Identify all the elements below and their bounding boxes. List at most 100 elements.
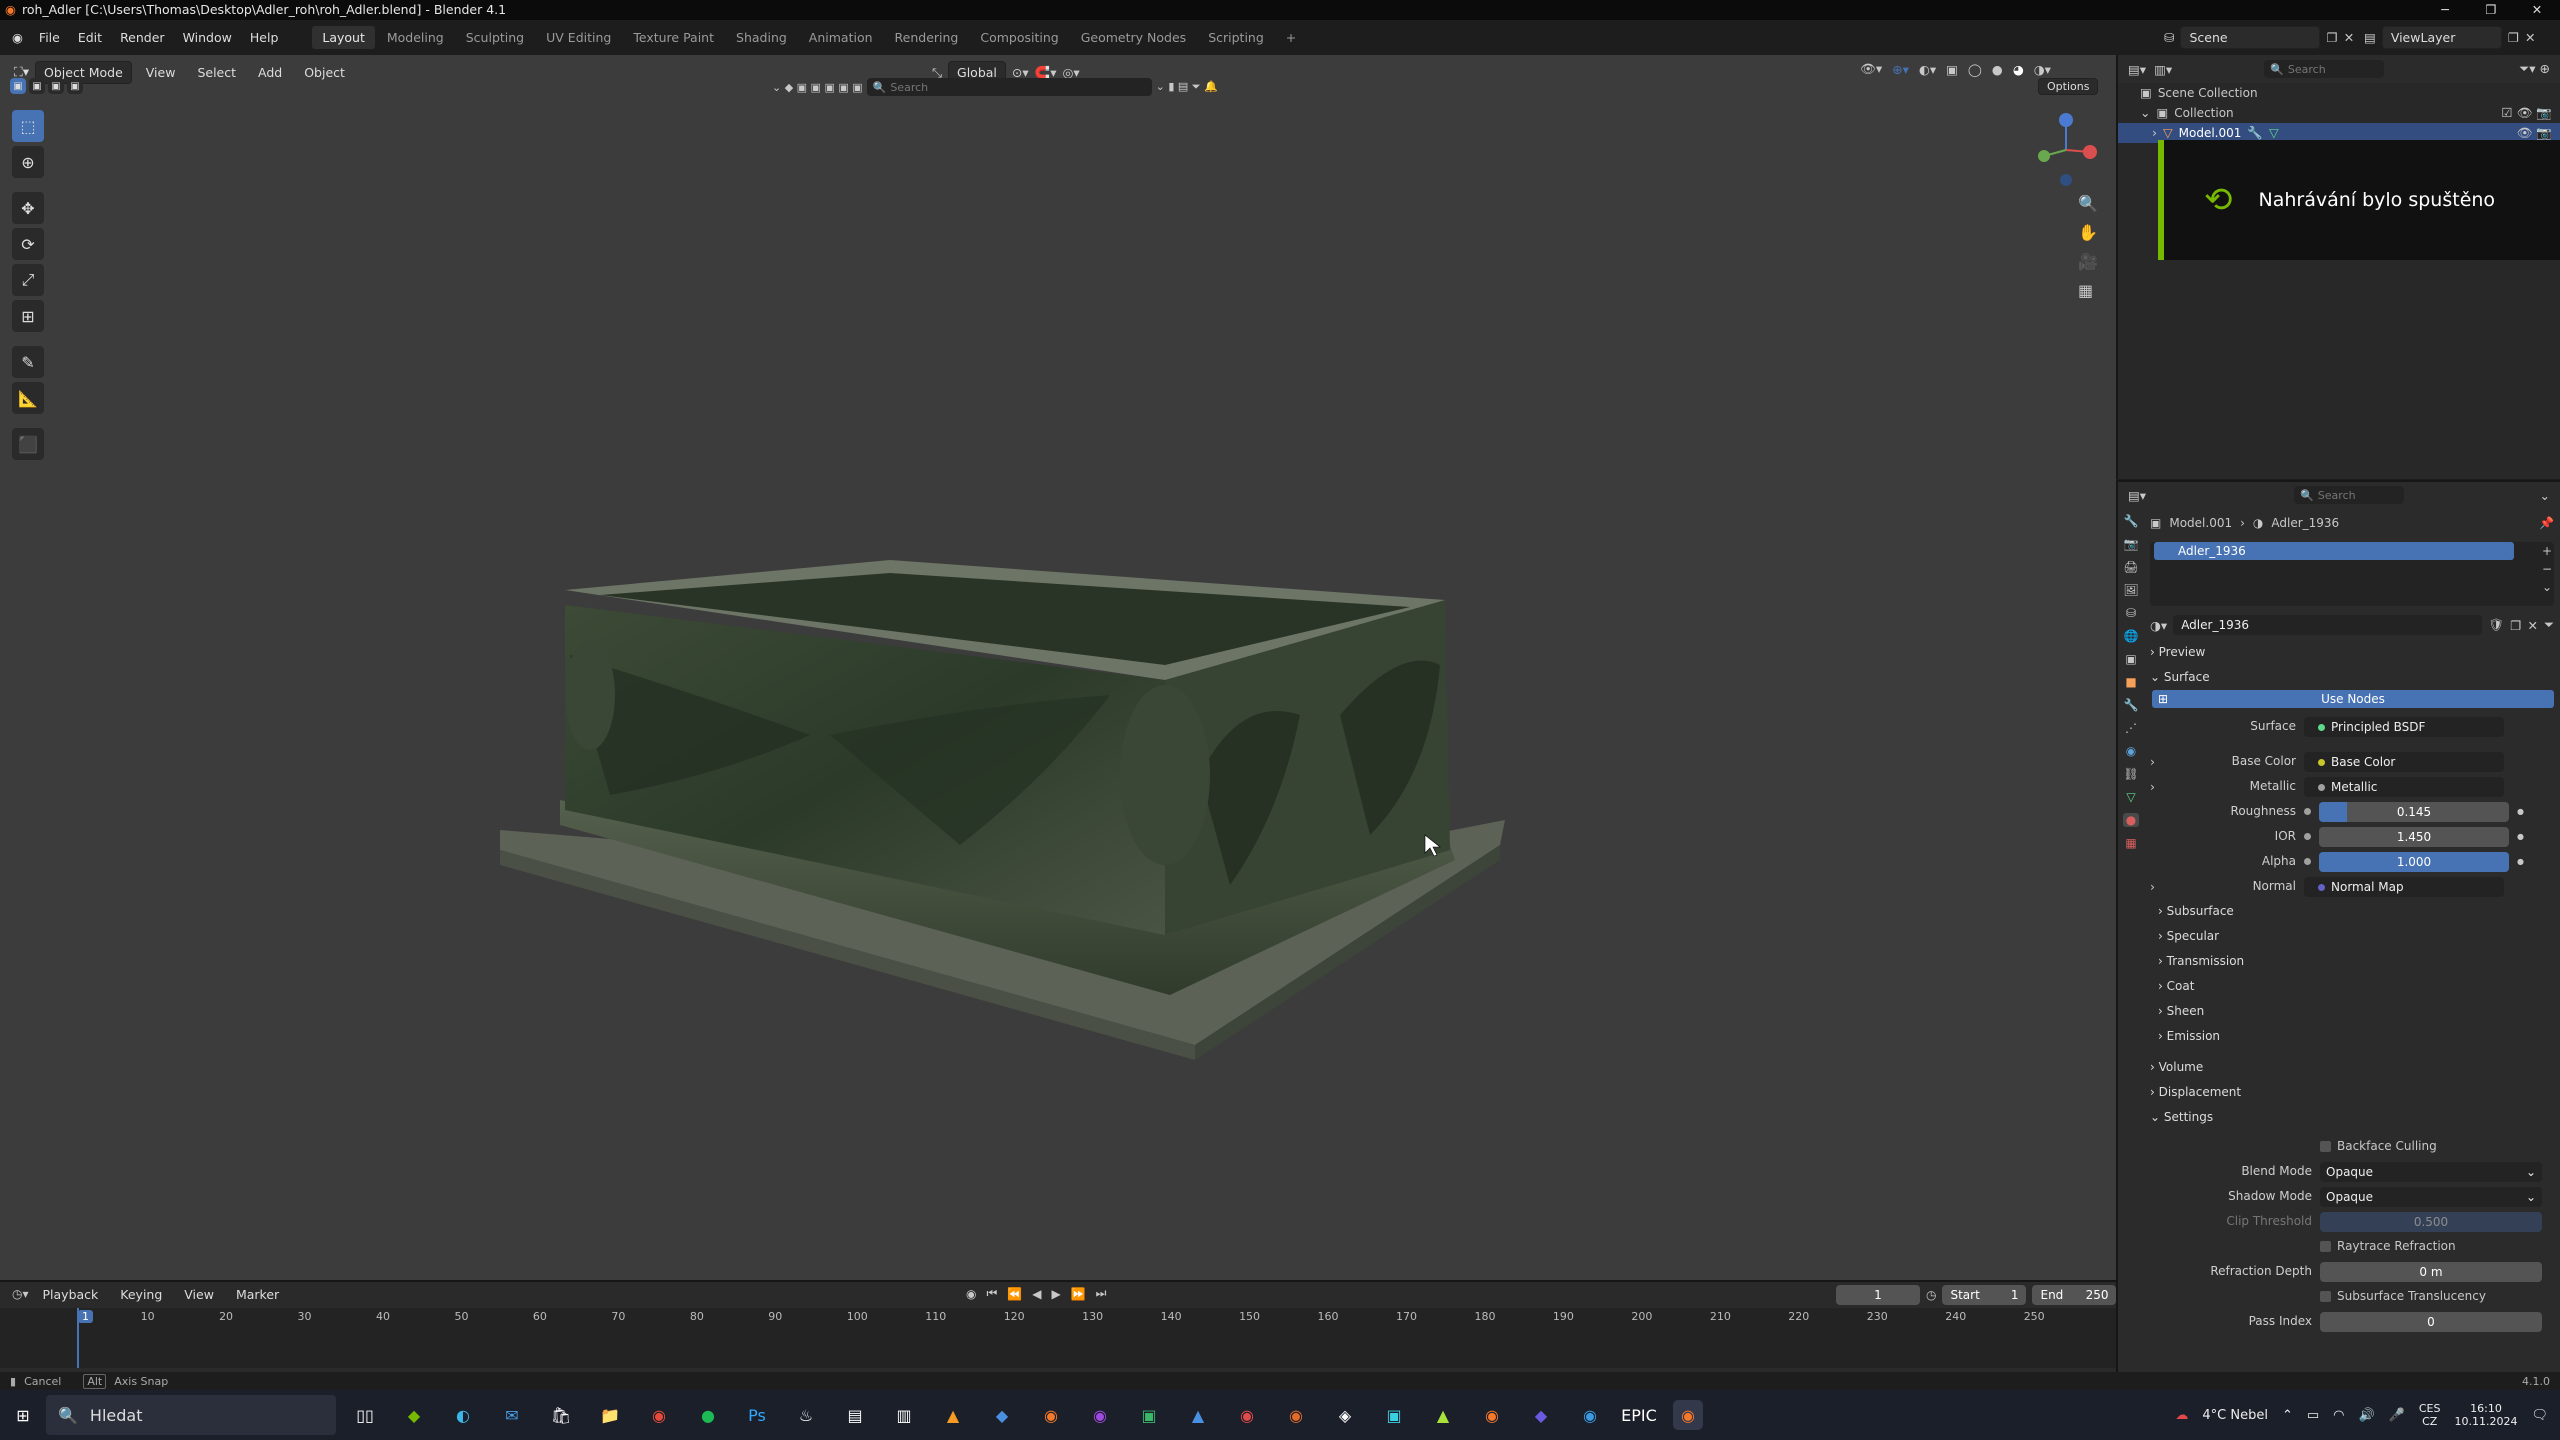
- unlink-material-icon[interactable]: ✕: [2528, 618, 2538, 633]
- blender-old-icon[interactable]: ◉: [1036, 1400, 1066, 1430]
- shading-material-icon[interactable]: ◕: [2013, 62, 2024, 77]
- expand-arrow-icon[interactable]: ›: [2150, 774, 2160, 799]
- subsection-sheen[interactable]: › Sheen: [2150, 999, 2554, 1024]
- menu-edit[interactable]: Edit: [70, 30, 110, 45]
- preview-section[interactable]: › Preview: [2150, 640, 2554, 665]
- metallic-field[interactable]: Metallic: [2304, 776, 2504, 797]
- slot-menu-icon[interactable]: ⌄: [2542, 580, 2552, 594]
- app-blue-icon[interactable]: ◆: [987, 1400, 1017, 1430]
- delete-scene-icon[interactable]: ✕: [2344, 30, 2354, 45]
- 3d-viewport[interactable]: [0, 55, 2116, 1280]
- timeline-menu-keying[interactable]: Keying: [112, 1284, 170, 1305]
- tray-chevron-icon[interactable]: ⌃: [2282, 1408, 2293, 1423]
- spotify-icon[interactable]: ●: [693, 1400, 723, 1430]
- annotate-icon[interactable]: ✎: [12, 346, 44, 378]
- material-slot-item[interactable]: Adler_1936: [2154, 542, 2514, 560]
- nvidia-icon[interactable]: ◆: [399, 1400, 429, 1430]
- notification-icon[interactable]: 🗨: [2531, 1408, 2548, 1423]
- refraction-depth-field[interactable]: 0 m: [2320, 1261, 2542, 1282]
- perspective-grid-icon[interactable]: ▦: [2078, 281, 2098, 300]
- bookmark-icon[interactable]: ⌄ ▮ ▤ ⏷ 🔔: [1156, 80, 1218, 94]
- displacement-section[interactable]: › Displacement: [2150, 1080, 2554, 1105]
- collection-toggles[interactable]: ☑ 👁 📷: [2501, 103, 2560, 123]
- jump-end-icon[interactable]: ⏭: [1096, 1286, 1107, 1301]
- checkbox-icon[interactable]: [2320, 1291, 2331, 1302]
- material-name-field[interactable]: Adler_1936: [2173, 615, 2483, 635]
- next-keyframe-icon[interactable]: ⏩: [1071, 1287, 1086, 1301]
- photoshop-icon[interactable]: Ps: [742, 1400, 772, 1430]
- volume-icon[interactable]: 🔊: [2359, 1408, 2375, 1423]
- viewport-menu-view[interactable]: View: [138, 62, 184, 83]
- alpha-slider[interactable]: 1.000: [2319, 851, 2509, 872]
- microphone-icon[interactable]: 🎤: [2389, 1408, 2405, 1423]
- modifier-tab-icon[interactable]: 🔧: [2124, 698, 2139, 712]
- add-slot-icon[interactable]: +: [2542, 544, 2552, 558]
- object-tab-icon[interactable]: ■: [2125, 675, 2136, 689]
- preview-range-icon[interactable]: ◷: [1926, 1288, 1936, 1302]
- subsection-specular[interactable]: › Specular: [2150, 924, 2554, 949]
- tab-scripting[interactable]: Scripting: [1198, 26, 1274, 49]
- viewport-menu-object[interactable]: Object: [296, 62, 353, 83]
- restore-icon[interactable]: ❐: [2468, 0, 2514, 20]
- tab-compositing[interactable]: Compositing: [970, 26, 1068, 49]
- add-cube-icon[interactable]: ⬛: [12, 428, 44, 460]
- select-box-icon[interactable]: ⬚: [12, 110, 44, 142]
- network-icon[interactable]: ▭: [2307, 1408, 2319, 1423]
- options-dropdown[interactable]: Options: [2038, 78, 2099, 95]
- start-frame-field[interactable]: Start 1: [1942, 1285, 2027, 1305]
- viewport-menu-select[interactable]: Select: [189, 62, 244, 83]
- expand-arrow-icon[interactable]: ›: [2150, 874, 2160, 899]
- checkbox-icon[interactable]: [2320, 1241, 2331, 1252]
- add-workspace-icon[interactable]: +: [1276, 26, 1306, 49]
- pass-index-field[interactable]: 0: [2320, 1311, 2542, 1332]
- select-new-icon[interactable]: ▣: [10, 78, 26, 94]
- windows-start-icon[interactable]: ⊞: [8, 1400, 38, 1430]
- surface-shader-field[interactable]: Principled BSDF: [2304, 716, 2504, 737]
- world-tab-icon[interactable]: 🌐: [2124, 629, 2139, 643]
- tab-geometry-nodes[interactable]: Geometry Nodes: [1071, 26, 1196, 49]
- app-orange-icon[interactable]: ◉: [1281, 1400, 1311, 1430]
- physics-tab-icon[interactable]: ◉: [2126, 744, 2136, 758]
- zoom-icon[interactable]: 🔍: [2078, 194, 2098, 213]
- steam-icon[interactable]: ♨: [791, 1400, 821, 1430]
- ior-field[interactable]: 1.450: [2319, 826, 2509, 847]
- keyframe-dot-icon[interactable]: ●: [2517, 799, 2524, 824]
- outliner-filter-icon[interactable]: ⏷▾ ⊕: [2519, 61, 2550, 77]
- output-tab-icon[interactable]: 🖨: [2123, 560, 2138, 574]
- timeline-track[interactable]: 1 10 20 30 40 50 60 70 80 90 100 110 120 130 140 150 160…: [0, 1308, 2116, 1368]
- timeline-menu-playback[interactable]: Playback: [35, 1284, 107, 1305]
- notepad-icon[interactable]: ▤: [840, 1400, 870, 1430]
- clock[interactable]: 16:10 10.11.2024: [2455, 1402, 2518, 1428]
- app-red-icon[interactable]: ◉: [1232, 1400, 1262, 1430]
- language-indicator[interactable]: CES CZ: [2419, 1402, 2441, 1428]
- xray-icon[interactable]: ▣: [1946, 62, 1958, 77]
- properties-search[interactable]: 🔍: [2294, 486, 2405, 504]
- prev-keyframe-icon[interactable]: ⏪: [1007, 1287, 1022, 1301]
- clip-threshold-slider[interactable]: 0.500: [2320, 1211, 2542, 1232]
- texture-tab-icon[interactable]: ▦: [2125, 836, 2136, 850]
- app-lime-icon[interactable]: ▲: [1428, 1400, 1458, 1430]
- filter-icon[interactable]: ⌄ ◆ ▣ ▣ ▣ ▣ ▣: [772, 81, 863, 94]
- material-filter-icon[interactable]: ⏷: [2544, 617, 2554, 633]
- tool-tab-icon[interactable]: 🔧: [2124, 514, 2139, 528]
- menu-render[interactable]: Render: [112, 30, 173, 45]
- delete-viewlayer-icon[interactable]: ✕: [2525, 30, 2535, 45]
- app-violet-icon[interactable]: ◆: [1526, 1400, 1556, 1430]
- transform-icon[interactable]: ⊞: [12, 300, 44, 332]
- tab-sculpting[interactable]: Sculpting: [456, 26, 534, 49]
- render-tab-icon[interactable]: 📷: [2124, 537, 2139, 551]
- viewport-menu-add[interactable]: Add: [250, 62, 290, 83]
- subsection-emission[interactable]: › Emission: [2150, 1024, 2554, 1049]
- viewlayer-field[interactable]: ViewLayer: [2381, 26, 2502, 49]
- blender-active-icon[interactable]: ◉: [1673, 1400, 1703, 1430]
- mail-icon[interactable]: ✉: [497, 1400, 527, 1430]
- app-sky-icon[interactable]: ◉: [1575, 1400, 1605, 1430]
- subsection-subsurface[interactable]: › Subsurface: [2150, 899, 2554, 924]
- file-explorer-icon[interactable]: 📁: [595, 1400, 625, 1430]
- properties-options-icon[interactable]: ⌄: [2540, 488, 2550, 503]
- material-browse-icon[interactable]: ◑▾: [2150, 618, 2167, 633]
- keyframe-dot-icon[interactable]: ●: [2517, 849, 2524, 874]
- select-subtract-icon[interactable]: ▣: [48, 78, 64, 94]
- affinity-icon[interactable]: ▲: [1183, 1400, 1213, 1430]
- settings-section[interactable]: ⌄ Settings: [2150, 1105, 2554, 1130]
